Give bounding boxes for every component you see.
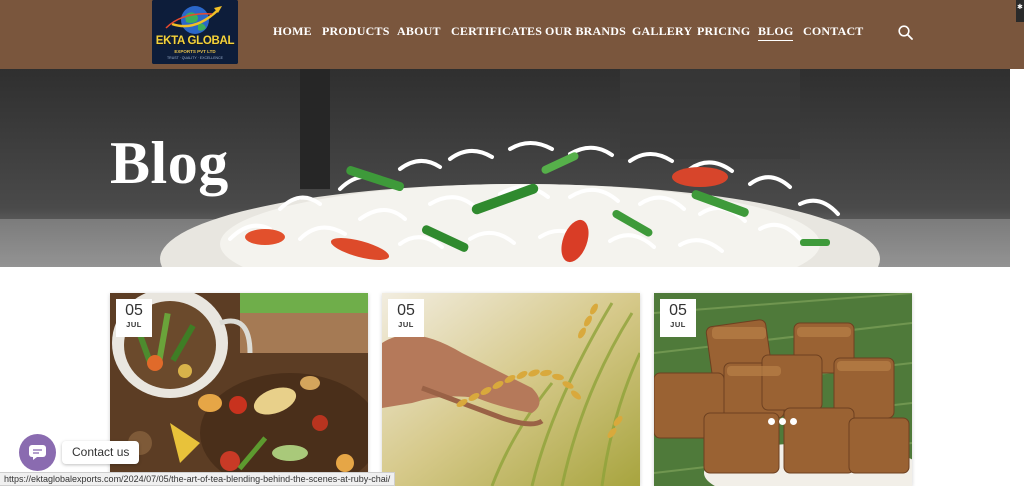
nav-contact[interactable]: CONTACT bbox=[803, 24, 864, 39]
date-day: 05 bbox=[397, 302, 415, 319]
nav-certificates[interactable]: CERTIFICATES bbox=[451, 24, 542, 39]
contact-widget-button[interactable] bbox=[19, 434, 56, 471]
loading-dot bbox=[790, 418, 797, 425]
nav-pricing[interactable]: PRICING bbox=[697, 24, 750, 39]
date-day: 05 bbox=[125, 302, 143, 319]
logo-subtext: EXPORTS PVT LTD bbox=[174, 49, 216, 54]
page-title: Blog bbox=[110, 130, 229, 196]
site-header: EKTA GLOBAL EXPORTS PVT LTD TRUST · QUAL… bbox=[0, 0, 1024, 69]
nav-about[interactable]: ABOUT bbox=[397, 24, 441, 39]
floating-settings-tab[interactable]: ✱ bbox=[1016, 0, 1024, 22]
page-scrollbar[interactable] bbox=[1010, 69, 1024, 486]
loading-dot bbox=[768, 418, 775, 425]
contact-us-label[interactable]: Contact us bbox=[62, 441, 140, 464]
date-day: 05 bbox=[669, 302, 687, 319]
nav-our-brands[interactable]: OUR BRANDS bbox=[545, 24, 626, 39]
loading-dot bbox=[779, 418, 786, 425]
blog-card[interactable]: 05 JUL bbox=[110, 293, 368, 486]
logo-text: EKTA GLOBAL bbox=[155, 35, 235, 47]
gear-icon: ✱ bbox=[1017, 3, 1023, 11]
nav-blog[interactable]: BLOG bbox=[758, 24, 794, 41]
date-badge: 05 JUL bbox=[660, 299, 696, 337]
date-month: JUL bbox=[670, 320, 686, 329]
hero-banner: Blog bbox=[0, 69, 1024, 267]
nav-home[interactable]: HOME bbox=[273, 24, 312, 39]
search-icon[interactable] bbox=[898, 25, 913, 40]
logo-tagline: TRUST · QUALITY · EXCELLENCE bbox=[167, 56, 223, 60]
nav-products[interactable]: PRODUCTS bbox=[322, 24, 390, 39]
chat-bubble-icon bbox=[29, 445, 46, 460]
nav-gallery[interactable]: GALLERY bbox=[632, 24, 692, 39]
date-badge: 05 JUL bbox=[116, 299, 152, 337]
date-month: JUL bbox=[126, 320, 142, 329]
globe-logo-icon bbox=[152, 0, 238, 64]
blog-card[interactable]: 05 JUL bbox=[382, 293, 640, 486]
date-badge: 05 JUL bbox=[388, 299, 424, 337]
date-month: JUL bbox=[398, 320, 414, 329]
site-logo[interactable]: EKTA GLOBAL EXPORTS PVT LTD TRUST · QUAL… bbox=[152, 0, 238, 64]
status-bar-url: https://ektaglobalexports.com/2024/07/05… bbox=[0, 472, 396, 486]
blog-card[interactable]: 05 JUL bbox=[654, 293, 912, 486]
